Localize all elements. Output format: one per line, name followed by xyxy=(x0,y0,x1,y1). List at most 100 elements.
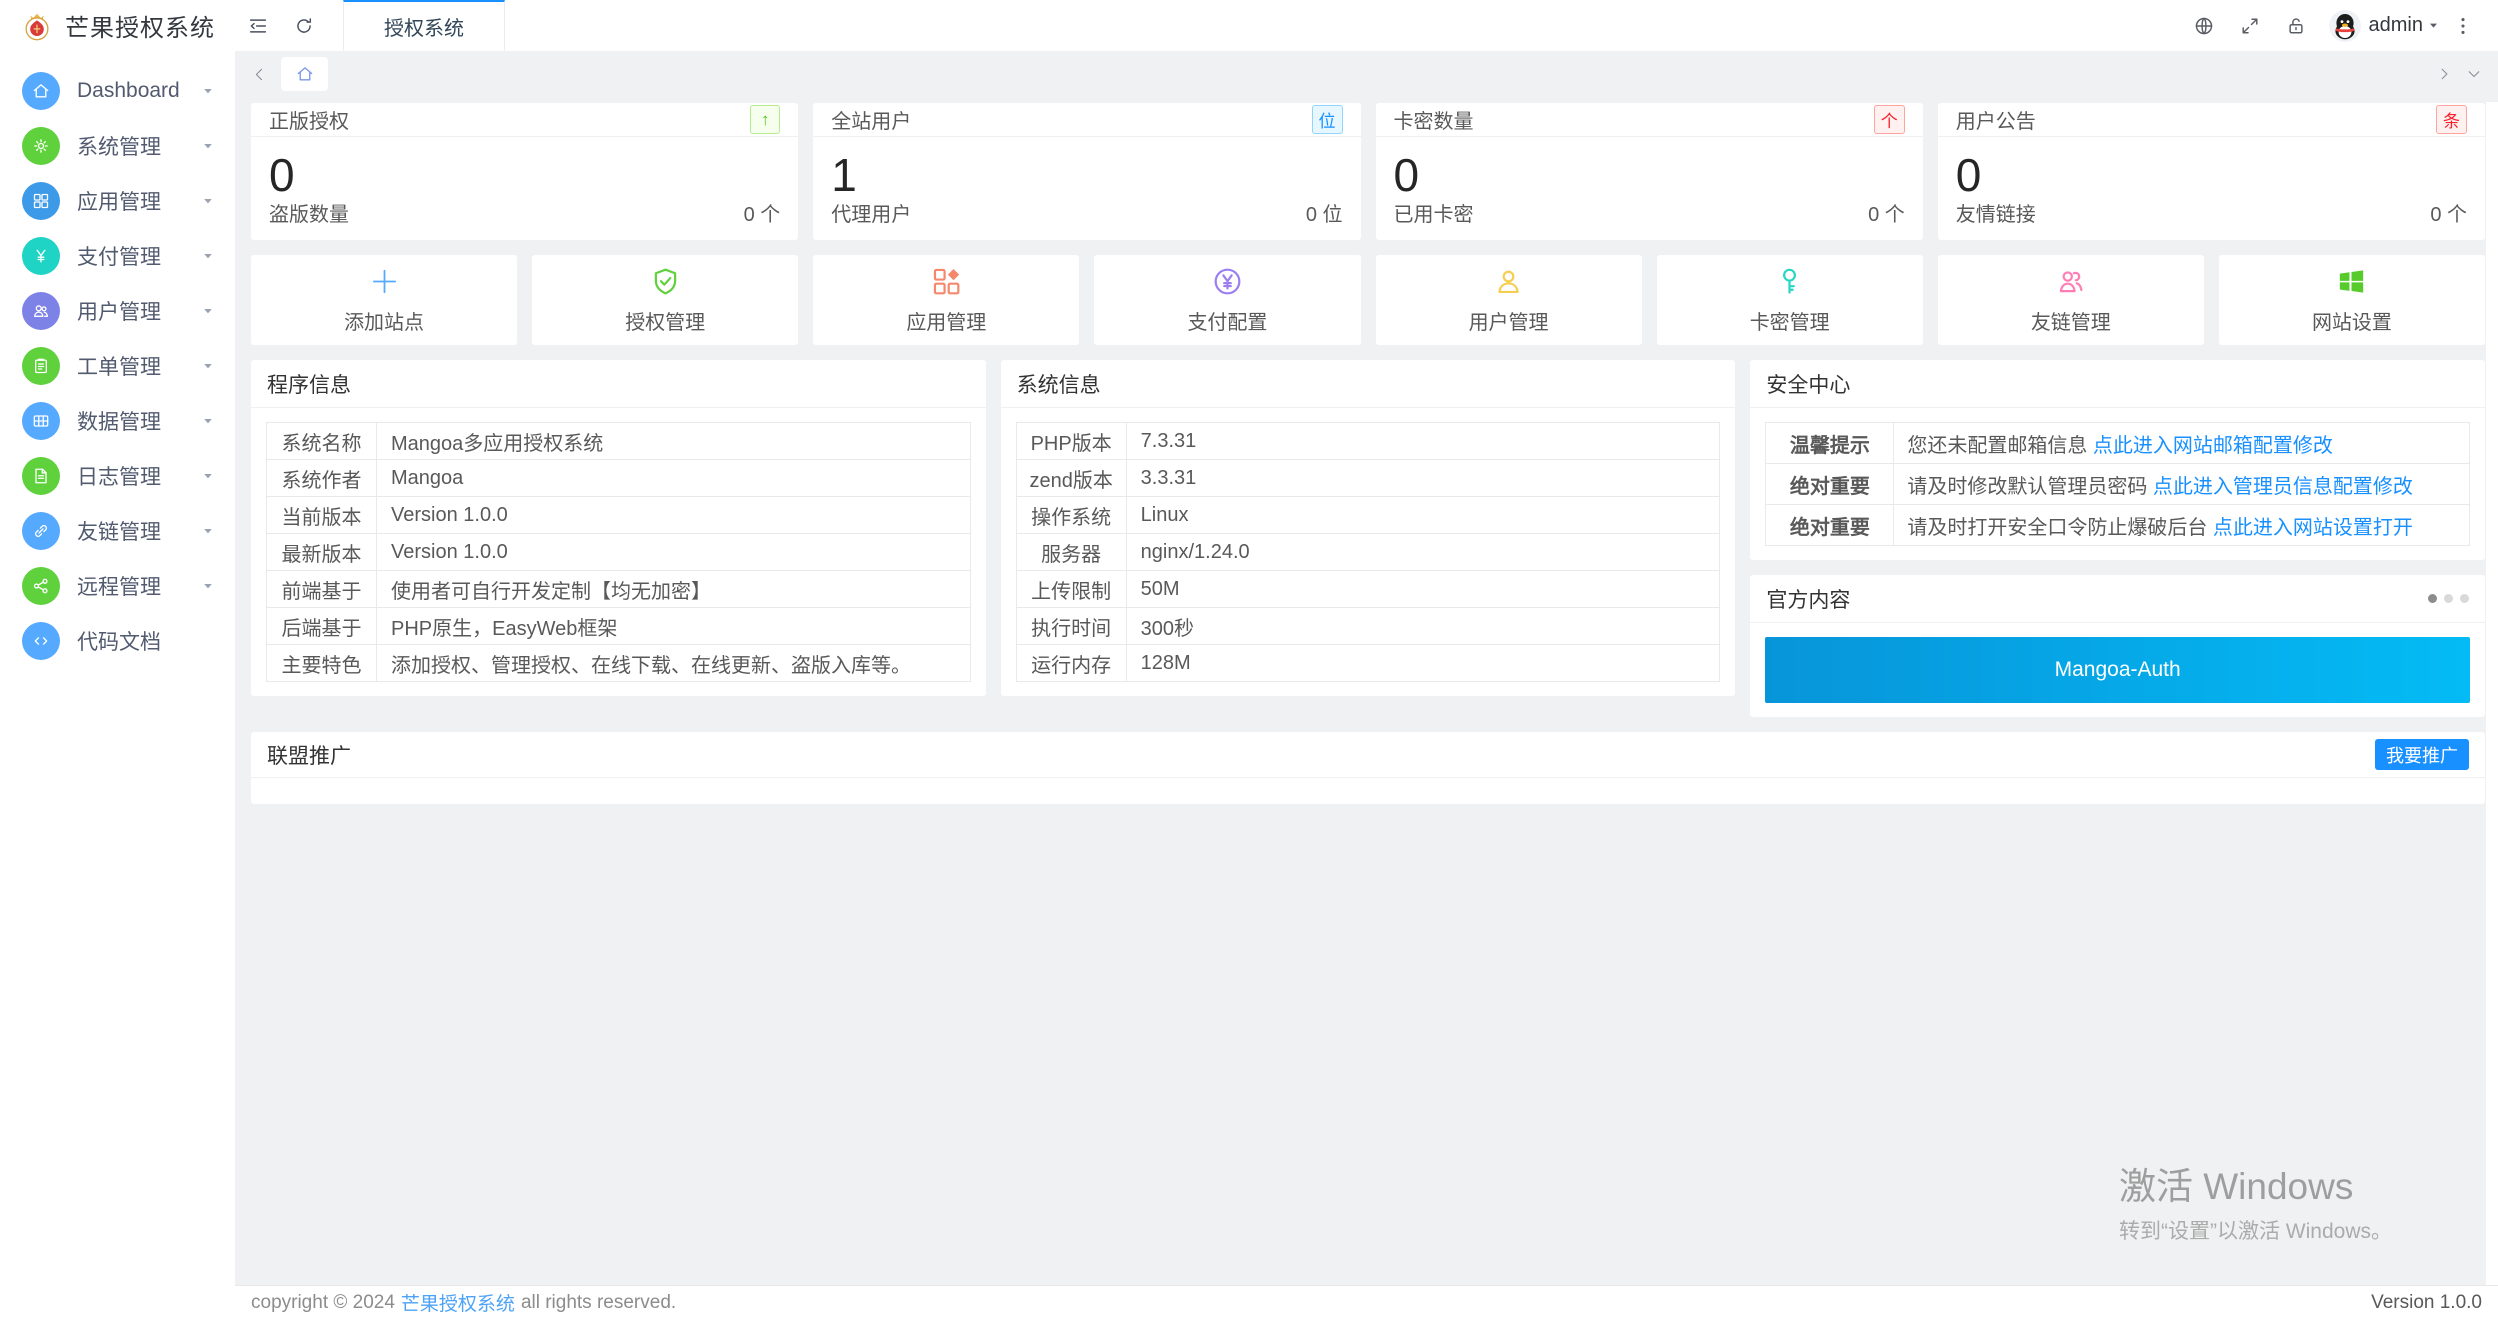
action-friendlink-mgmt[interactable]: 友链管理 xyxy=(1938,255,2204,345)
caret-down-icon xyxy=(201,139,215,153)
status-badge: 条 xyxy=(2436,105,2467,134)
carousel-dots xyxy=(2428,594,2469,603)
panel-title: 官方内容 xyxy=(1766,584,1850,614)
table-row: PHP版本7.3.31 xyxy=(1016,423,1720,460)
caret-down-icon xyxy=(201,249,215,263)
carousel-dot[interactable] xyxy=(2444,594,2453,603)
user-avatar[interactable] xyxy=(2329,10,2361,42)
link-icon xyxy=(22,512,60,550)
security-text: 您还未配置邮箱信息 xyxy=(1907,435,2087,457)
users-icon xyxy=(22,292,60,330)
action-user-mgmt[interactable]: 用户管理 xyxy=(1376,255,1642,345)
caret-down-icon xyxy=(201,414,215,428)
panel-title: 安全中心 xyxy=(1766,369,1850,399)
stat-card-card-keys: 卡密数量 个 0 已用卡密 0 个 xyxy=(1376,103,1923,240)
users-pair-icon xyxy=(2054,265,2087,298)
sidebar-item-log-mgmt[interactable]: 日志管理 xyxy=(0,448,235,503)
main-area: 正版授权 ↑ 0 盗版数量 0 个 全站用户 位 1 xyxy=(235,51,2498,1319)
chevron-right-icon[interactable] xyxy=(2436,66,2452,82)
username: admin xyxy=(2369,14,2423,37)
share-icon xyxy=(22,567,60,605)
caret-down-icon xyxy=(201,84,215,98)
official-content-panel: 官方内容 Mangoa-Auth xyxy=(1750,575,2485,717)
sidebar-item-system-mgmt[interactable]: 系统管理 xyxy=(0,118,235,173)
security-tag: 温馨提示 xyxy=(1766,423,1894,464)
security-center-panel: 安全中心 温馨提示 您还未配置邮箱信息 点此进入网站邮箱配置修改 xyxy=(1750,360,2485,560)
panel-title: 联盟推广 xyxy=(267,740,351,770)
app-window: 芒果授权系统 授权系统 admin xyxy=(0,0,2498,1319)
table-row: 上传限制50M xyxy=(1016,571,1720,608)
action-app-mgmt[interactable]: 应用管理 xyxy=(813,255,1079,345)
table-row: 后端基于PHP原生，EasyWeb框架 xyxy=(267,608,971,645)
dashboard-content: 正版授权 ↑ 0 盗版数量 0 个 全站用户 位 1 xyxy=(235,97,2498,1285)
menu-fold-icon[interactable] xyxy=(235,0,281,51)
action-add-site[interactable]: 添加站点 xyxy=(251,255,517,345)
scrollbar-track[interactable] xyxy=(2486,102,2498,1285)
security-link[interactable]: 点此进入网站设置打开 xyxy=(2213,517,2413,539)
sidebar-item-code-docs[interactable]: 代码文档 xyxy=(0,613,235,668)
lock-screen-icon[interactable] xyxy=(2273,0,2319,51)
carousel-dot[interactable] xyxy=(2460,594,2469,603)
refresh-icon[interactable] xyxy=(281,0,327,51)
sidebar-item-friendlink-mgmt[interactable]: 友链管理 xyxy=(0,503,235,558)
stat-value: 0 xyxy=(1956,137,2467,198)
system-info-panel: 系统信息 PHP版本7.3.31 zend版本3.3.31 操作系统Linux … xyxy=(1001,360,1736,696)
carousel-dot[interactable] xyxy=(2428,594,2437,603)
action-auth-mgmt[interactable]: 授权管理 xyxy=(532,255,798,345)
footer: copyright © 2024 芒果授权系统 all rights reser… xyxy=(235,1285,2498,1319)
action-key-mgmt[interactable]: 卡密管理 xyxy=(1657,255,1923,345)
panel-title: 系统信息 xyxy=(1017,369,1101,399)
table-row: 服务器nginx/1.24.0 xyxy=(1016,534,1720,571)
sidebar-item-user-mgmt[interactable]: 用户管理 xyxy=(0,283,235,338)
chevron-left-icon[interactable] xyxy=(251,66,268,83)
security-link[interactable]: 点此进入管理员信息配置修改 xyxy=(2153,476,2413,498)
yen-circle-icon xyxy=(1211,265,1244,298)
action-payment-config[interactable]: 支付配置 xyxy=(1094,255,1360,345)
sidebar-item-app-mgmt[interactable]: 应用管理 xyxy=(0,173,235,228)
table-row: 主要特色添加授权、管理授权、在线下载、在线更新、盗版入库等。 xyxy=(267,645,971,682)
alliance-promo-panel: 联盟推广 我要推广 xyxy=(251,732,2485,804)
security-text: 请及时打开安全口令防止爆破后台 xyxy=(1907,517,2207,539)
language-globe-icon[interactable] xyxy=(2181,0,2227,51)
caret-down-icon xyxy=(201,524,215,538)
sidebar-item-payment-mgmt[interactable]: 支付管理 xyxy=(0,228,235,283)
tab-authorization-system[interactable]: 授权系统 xyxy=(343,0,505,51)
sidebar-item-dashboard[interactable]: Dashboard xyxy=(0,63,235,118)
security-link[interactable]: 点此进入网站邮箱配置修改 xyxy=(2093,435,2333,457)
tabs-bar xyxy=(235,51,2498,97)
status-badge: ↑ xyxy=(750,105,780,134)
stat-foot-value: 0 位 xyxy=(1306,198,1343,227)
stat-foot-label: 已用卡密 xyxy=(1394,198,1474,227)
home-tab-chip[interactable] xyxy=(281,57,328,91)
stat-foot-value: 0 个 xyxy=(2430,198,2467,227)
yen-icon xyxy=(22,237,60,275)
topbar: 芒果授权系统 授权系统 admin xyxy=(0,0,2498,51)
penguin-avatar-image xyxy=(2329,10,2361,42)
fullscreen-icon[interactable] xyxy=(2227,0,2273,51)
program-info-panel: 程序信息 系统名称Mangoa多应用授权系统 系统作者Mangoa 当前版本Ve… xyxy=(251,360,986,696)
chevron-down-icon[interactable] xyxy=(2466,66,2482,82)
version-label: Version 1.0.0 xyxy=(2371,1292,2482,1314)
system-info-table: PHP版本7.3.31 zend版本3.3.31 操作系统Linux 服务器ng… xyxy=(1016,422,1721,682)
table-row: 绝对重要 请及时打开安全口令防止爆破后台 点此进入网站设置打开 xyxy=(1766,505,2470,546)
status-badge: 位 xyxy=(1312,105,1343,134)
security-text: 请及时修改默认管理员密码 xyxy=(1907,476,2147,498)
footer-brand-link[interactable]: 芒果授权系统 xyxy=(401,1289,515,1316)
security-tag: 绝对重要 xyxy=(1766,505,1894,546)
table-row: 执行时间300秒 xyxy=(1016,608,1720,645)
document-icon xyxy=(22,457,60,495)
stat-value: 0 xyxy=(269,137,780,198)
promote-button[interactable]: 我要推广 xyxy=(2375,739,2469,770)
app-diamond-icon xyxy=(930,265,963,298)
quick-actions-row: 添加站点 授权管理 应用管理 支付配置 用户管理 xyxy=(251,255,2485,345)
sidebar-item-ticket-mgmt[interactable]: 工单管理 xyxy=(0,338,235,393)
user-menu[interactable]: admin xyxy=(2369,14,2440,37)
table-row: 当前版本Version 1.0.0 xyxy=(267,497,971,534)
more-options-icon[interactable] xyxy=(2440,0,2486,51)
sidebar-item-remote-mgmt[interactable]: 远程管理 xyxy=(0,558,235,613)
official-banner[interactable]: Mangoa-Auth xyxy=(1765,637,2470,703)
table-row: 前端基于使用者可自行开发定制【均无加密】 xyxy=(267,571,971,608)
action-site-settings[interactable]: 网站设置 xyxy=(2219,255,2485,345)
sidebar-item-data-mgmt[interactable]: 数据管理 xyxy=(0,393,235,448)
program-info-table: 系统名称Mangoa多应用授权系统 系统作者Mangoa 当前版本Version… xyxy=(266,422,971,682)
